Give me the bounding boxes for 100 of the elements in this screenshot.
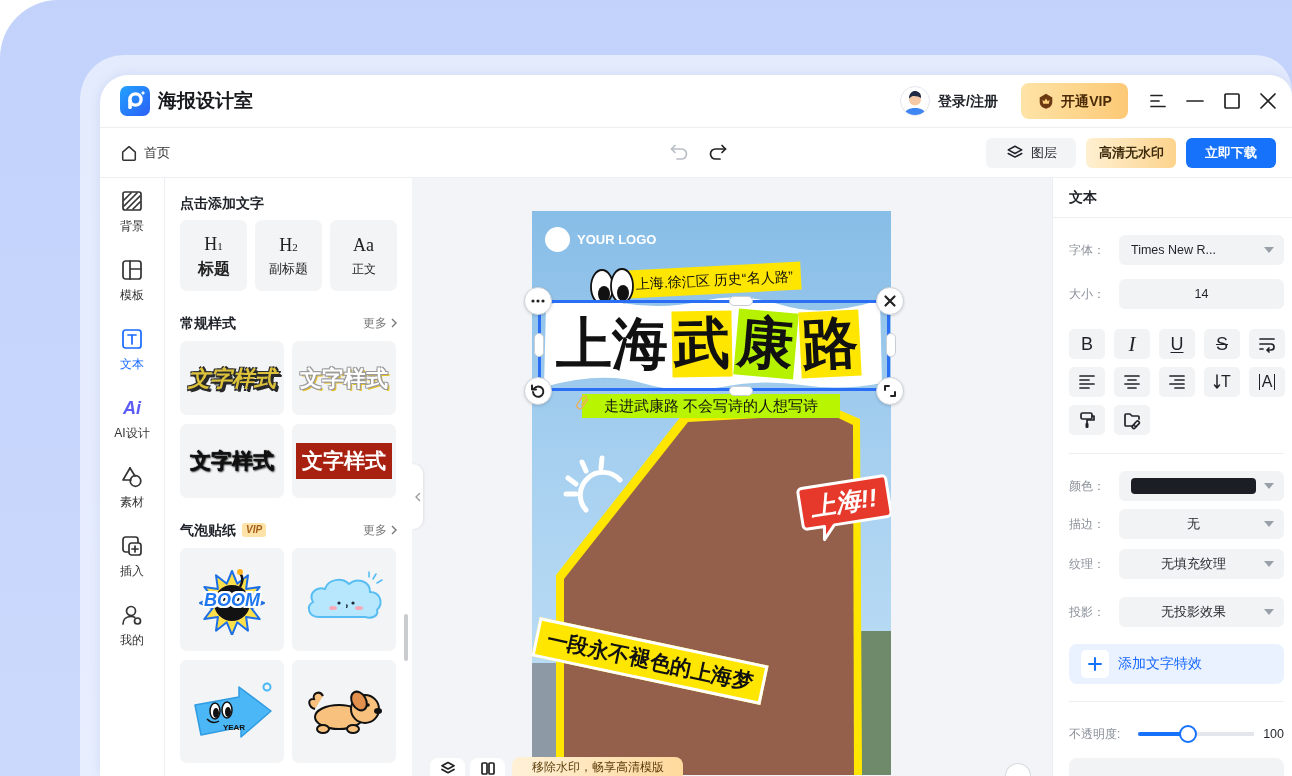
app-title: 海报设计室 bbox=[158, 88, 253, 113]
chevron-right-icon bbox=[391, 318, 397, 328]
scrollbar-thumb[interactable] bbox=[404, 614, 408, 661]
layers-icon bbox=[439, 761, 456, 775]
text-preset-button[interactable]: Aa 正文 bbox=[330, 220, 397, 291]
section-title: 点击添加文字 bbox=[180, 194, 264, 212]
highlighted-title-text: 武 bbox=[671, 310, 733, 378]
strikethrough-button[interactable]: S bbox=[1204, 329, 1240, 359]
section-title: 气泡贴纸 bbox=[180, 521, 236, 539]
split-view-button[interactable] bbox=[470, 758, 505, 776]
opacity-value: 100 bbox=[1263, 725, 1284, 743]
text-box-icon bbox=[121, 328, 143, 350]
more-link[interactable]: 更多 bbox=[363, 521, 397, 539]
align-right-button[interactable] bbox=[1159, 367, 1195, 397]
rotate-button[interactable] bbox=[524, 377, 552, 405]
login-link[interactable]: 登录/注册 bbox=[938, 90, 998, 112]
text-style-button[interactable]: 文字样式 bbox=[180, 424, 284, 498]
align-left-button[interactable] bbox=[1069, 367, 1105, 397]
font-dropdown[interactable]: Times New R... bbox=[1119, 235, 1284, 265]
section-title: 常规样式 bbox=[180, 314, 236, 332]
plus-icon bbox=[1081, 650, 1109, 678]
undo-icon bbox=[669, 144, 688, 161]
text-wrap-button[interactable] bbox=[1249, 329, 1285, 359]
line-height-button[interactable]: T bbox=[1204, 367, 1240, 397]
rotate-icon bbox=[530, 383, 546, 399]
poster-subtitle: 走进武康路 不会写诗的人想写诗 bbox=[582, 394, 840, 418]
chevron-left-icon bbox=[414, 491, 421, 502]
maximize-icon bbox=[1224, 93, 1240, 109]
sidebar-item[interactable]: 素材 bbox=[100, 466, 164, 509]
redo-icon bbox=[708, 144, 727, 161]
menu-button[interactable] bbox=[1150, 94, 1166, 108]
highlighted-title-text: 路 bbox=[798, 309, 862, 379]
resize-icon bbox=[882, 383, 898, 399]
caret-down-icon bbox=[1264, 521, 1274, 527]
field-label: 投影： bbox=[1069, 604, 1106, 621]
sidebar-item[interactable]: 插入 bbox=[100, 535, 164, 578]
layers-button[interactable]: 图层 bbox=[986, 137, 1076, 168]
sidebar-item[interactable]: 我的 bbox=[100, 604, 164, 647]
user-icon bbox=[121, 604, 143, 626]
align-center-button[interactable] bbox=[1114, 367, 1150, 397]
field-label: 描边： bbox=[1069, 516, 1106, 533]
color-dropdown[interactable] bbox=[1119, 471, 1284, 501]
columns-icon bbox=[479, 761, 496, 775]
sticker-tile[interactable]: YEAR bbox=[180, 660, 284, 763]
caret-down-icon bbox=[1264, 483, 1274, 489]
field-label: 字体： bbox=[1069, 242, 1106, 259]
sidebar-item[interactable]: 文本 bbox=[100, 328, 164, 371]
logo-text: YOUR LOGO bbox=[577, 232, 657, 247]
hatched-square-icon bbox=[121, 190, 143, 212]
close-button[interactable] bbox=[1260, 93, 1276, 109]
watermark-notice[interactable]: 移除水印，畅享高清模版 bbox=[512, 757, 683, 776]
dropdown[interactable]: 无投影效果 bbox=[1119, 597, 1284, 627]
vip-badge: VIP bbox=[242, 523, 267, 537]
resize-handle[interactable] bbox=[534, 333, 544, 357]
sidebar-item[interactable]: Ai AI设计 bbox=[100, 397, 164, 440]
field-label: 大小： bbox=[1069, 286, 1106, 303]
dropdown[interactable]: 无填充纹理 bbox=[1119, 549, 1284, 579]
bold-button[interactable]: B bbox=[1069, 329, 1105, 359]
resize-handle[interactable] bbox=[729, 296, 753, 306]
paint-roller-icon bbox=[1077, 410, 1097, 430]
maximize-button[interactable] bbox=[1224, 93, 1240, 109]
dropdown[interactable]: 无 bbox=[1119, 509, 1284, 539]
hd-button[interactable]: 高清无水印 bbox=[1086, 137, 1176, 168]
layers-button[interactable] bbox=[430, 758, 465, 776]
logo-placeholder bbox=[545, 227, 570, 252]
italic-button[interactable]: I bbox=[1114, 329, 1150, 359]
redo-button[interactable] bbox=[708, 144, 727, 161]
sticker-tile[interactable] bbox=[292, 548, 396, 651]
bubble-text: 上海!! bbox=[807, 482, 881, 524]
paint-roller-button[interactable] bbox=[1069, 405, 1105, 435]
letter-spacing-button[interactable]: A bbox=[1249, 367, 1285, 397]
field-label: 纹理： bbox=[1069, 556, 1106, 573]
align-left-icon bbox=[1077, 372, 1097, 392]
add-effect-button[interactable]: 添加文字特效 bbox=[1069, 644, 1284, 684]
sidebar-item[interactable]: 模板 bbox=[100, 259, 164, 302]
caret-down-icon bbox=[1264, 609, 1274, 615]
field-label: 不透明度: bbox=[1069, 726, 1121, 743]
sticker-text: YEAR bbox=[222, 723, 246, 732]
add-square-icon bbox=[121, 535, 143, 557]
size-input[interactable]: 14 bbox=[1119, 279, 1284, 309]
vip-button[interactable]: 开通VIP bbox=[1021, 83, 1128, 119]
layout-icon bbox=[121, 259, 143, 281]
folder-link-button[interactable] bbox=[1114, 405, 1150, 435]
more-link[interactable]: 更多 bbox=[363, 314, 397, 332]
slider-thumb[interactable] bbox=[1179, 725, 1198, 743]
sidebar-item[interactable]: 背景 bbox=[100, 190, 164, 233]
menu-icon bbox=[1150, 94, 1166, 108]
resize-handle[interactable] bbox=[729, 386, 753, 396]
more-button[interactable] bbox=[524, 287, 552, 315]
underline-button[interactable]: U bbox=[1159, 329, 1195, 359]
caret-down-icon bbox=[1264, 561, 1274, 567]
minimize-button[interactable] bbox=[1186, 99, 1204, 103]
sticker-tile[interactable] bbox=[292, 660, 396, 763]
home-link[interactable]: 首页 bbox=[120, 142, 170, 163]
app-logo-icon bbox=[120, 86, 150, 116]
avatar-icon bbox=[900, 86, 931, 116]
text-style-button[interactable]: 文字样式 bbox=[292, 424, 396, 498]
download-button[interactable]: 立即下载 bbox=[1186, 137, 1276, 168]
close-icon bbox=[882, 293, 898, 309]
resize-handle[interactable] bbox=[886, 333, 896, 357]
